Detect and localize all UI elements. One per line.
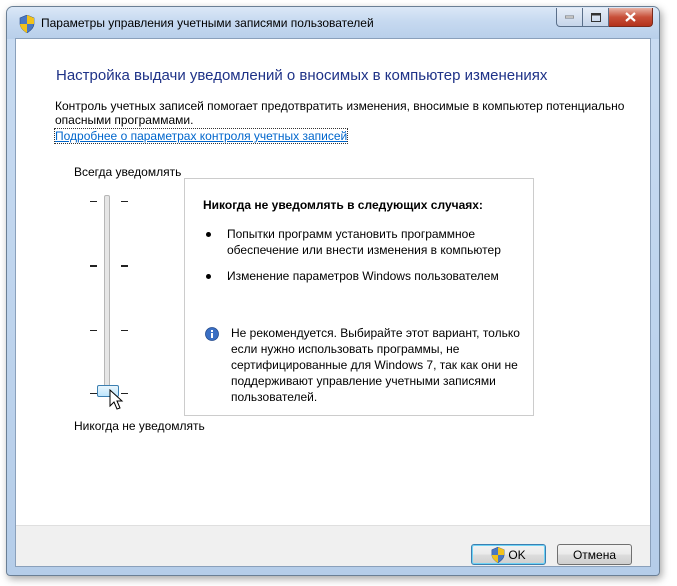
uac-shield-icon [491,546,505,563]
caption-buttons [556,8,653,27]
info-icon [205,327,219,341]
slider-tick [90,265,97,267]
page-title: Настройка выдачи уведомлений о вносимых … [56,67,548,84]
notification-level-slider[interactable] [104,195,110,397]
close-button[interactable] [609,8,653,27]
title-bar[interactable]: Параметры управления учетными записями п… [7,7,659,39]
ok-button[interactable]: OK [471,544,546,565]
minimize-button[interactable] [556,8,583,27]
close-icon [625,12,636,22]
minimize-icon [565,15,574,19]
slider-tick [90,201,97,202]
list-item: Изменение параметров Windows пользовател… [206,268,510,284]
slider-top-label: Всегда уведомлять [74,165,182,179]
slider-bottom-label: Никогда не уведомлять [74,419,205,433]
slider-tick [121,330,128,331]
slider-tick [90,330,97,331]
uac-settings-window: Параметры управления учетными записями п… [6,6,660,576]
warning-text: Не рекомендуется. Выбирайте этот вариант… [231,326,520,404]
mouse-pointer-icon [109,389,124,410]
slider-tick [90,393,97,394]
bullet-text: Попытки программ установить программное … [227,227,501,257]
learn-more-link[interactable]: Подробнее о параметрах контроля учетных … [53,128,349,144]
ok-button-label: OK [508,547,526,562]
dialog-client-area: Настройка выдачи уведомлений о вносимых … [15,38,651,567]
cancel-button[interactable]: Отмена [557,544,632,565]
list-item: Попытки программ установить программное … [206,226,510,258]
description-text: Контроль учетных записей помогает предот… [55,99,625,127]
window-title: Параметры управления учетными записями п… [41,16,374,30]
level-description-box: Никогда не уведомлять в следующих случая… [184,178,534,416]
maximize-button[interactable] [583,8,609,27]
info-title: Никогда не уведомлять в следующих случая… [203,198,483,212]
bullet-text: Изменение параметров Windows пользовател… [227,269,499,283]
slider-tick [121,265,128,267]
maximize-icon [590,12,601,22]
slider-tick [121,201,128,202]
button-footer: OK Отмена [16,526,650,566]
uac-shield-icon [19,15,35,33]
